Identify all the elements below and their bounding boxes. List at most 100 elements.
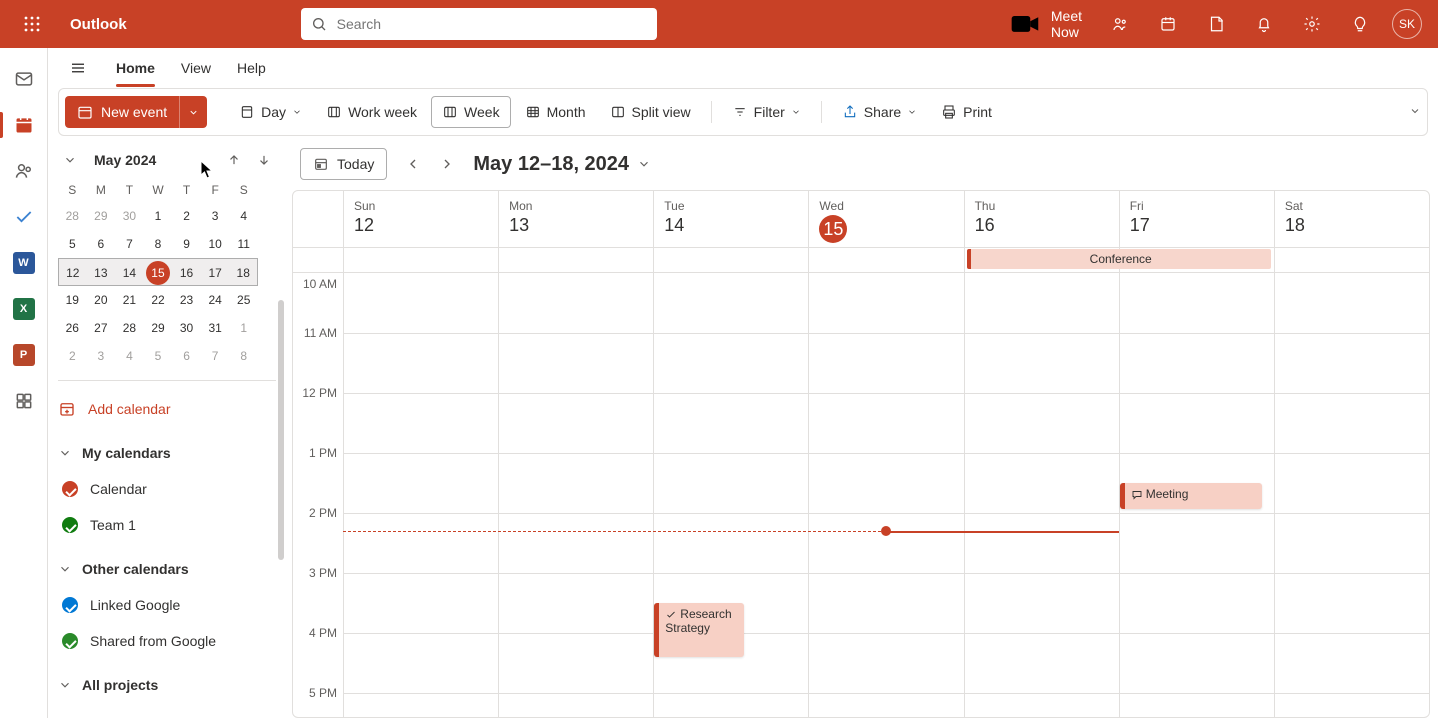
time-slot[interactable] (1119, 393, 1274, 453)
view-month[interactable]: Month (515, 96, 596, 128)
mini-date-cell[interactable]: 13 (87, 258, 116, 286)
rail-todo[interactable] (0, 194, 48, 240)
mini-date-cell[interactable]: 25 (229, 286, 258, 314)
time-slot[interactable] (498, 693, 653, 717)
today-button[interactable]: Today (300, 148, 387, 180)
notes-icon[interactable] (1192, 0, 1240, 48)
mini-date-cell[interactable]: 10 (201, 230, 230, 258)
time-slot[interactable] (343, 333, 498, 393)
mini-date-cell[interactable]: 27 (87, 314, 116, 342)
time-slot[interactable] (1119, 333, 1274, 393)
calendar-item[interactable]: Linked Google (58, 587, 276, 623)
rail-calendar[interactable] (0, 102, 48, 148)
mini-date-cell[interactable]: 9 (172, 230, 201, 258)
mini-next-month[interactable] (252, 148, 276, 172)
time-slot[interactable] (808, 393, 963, 453)
time-slot[interactable] (964, 453, 1119, 513)
mini-prev-month[interactable] (222, 148, 246, 172)
time-slot[interactable] (1274, 333, 1429, 393)
time-slot[interactable] (1119, 273, 1274, 333)
tab-home[interactable]: Home (116, 50, 155, 86)
time-slot[interactable] (343, 573, 498, 633)
mini-date-cell[interactable]: 12 (58, 258, 87, 286)
mini-date-cell[interactable]: 8 (144, 230, 173, 258)
mini-date-cell[interactable]: 28 (58, 202, 87, 230)
date-range-picker[interactable]: May 12–18, 2024 (473, 153, 651, 176)
time-slot[interactable] (964, 573, 1119, 633)
nav-toggle[interactable] (58, 48, 98, 88)
event-research-strategy[interactable]: Research Strategy (654, 603, 744, 657)
time-slot[interactable] (1274, 573, 1429, 633)
mini-date-cell[interactable]: 17 (201, 258, 230, 286)
mini-date-cell[interactable]: 2 (58, 342, 87, 370)
mini-date-cell[interactable]: 3 (201, 202, 230, 230)
tab-view[interactable]: View (181, 50, 211, 86)
time-slot[interactable] (343, 273, 498, 333)
account-avatar[interactable]: SK (1392, 9, 1422, 39)
tab-help[interactable]: Help (237, 50, 266, 86)
rail-apps[interactable] (0, 378, 48, 424)
allday-slot[interactable]: Conference (964, 248, 1119, 272)
time-slot[interactable] (653, 453, 808, 513)
section-other-calendars[interactable]: Other calendars (58, 551, 276, 587)
mini-date-cell[interactable]: 29 (144, 314, 173, 342)
settings-icon[interactable] (1288, 0, 1336, 48)
time-slot[interactable] (964, 333, 1119, 393)
time-slot[interactable] (964, 513, 1119, 573)
rail-word[interactable]: W (0, 240, 48, 286)
time-slot[interactable] (808, 513, 963, 573)
time-slot[interactable] (653, 393, 808, 453)
event-meeting[interactable]: Meeting (1120, 483, 1263, 509)
mini-date-cell[interactable]: 4 (115, 342, 144, 370)
mini-date-cell[interactable]: 15 (144, 258, 173, 286)
time-slot[interactable] (498, 273, 653, 333)
calendar-item[interactable]: Team 1 (58, 507, 276, 543)
search-input[interactable] (335, 15, 647, 33)
time-slot[interactable] (498, 453, 653, 513)
view-day[interactable]: Day (229, 96, 312, 128)
rail-mail[interactable] (0, 56, 48, 102)
time-slot[interactable] (1119, 573, 1274, 633)
day-header[interactable]: Mon13 (498, 191, 653, 247)
allday-slot[interactable] (653, 248, 808, 272)
teams-icon[interactable] (1096, 0, 1144, 48)
calendar-item[interactable]: Shared from Google (58, 623, 276, 659)
view-split[interactable]: Split view (600, 96, 701, 128)
time-slot[interactable] (1119, 633, 1274, 693)
time-slot[interactable] (653, 693, 808, 717)
time-slot[interactable] (964, 693, 1119, 717)
mini-date-cell[interactable]: 22 (144, 286, 173, 314)
mini-date-cell[interactable]: 7 (201, 342, 230, 370)
mini-date-cell[interactable]: 11 (229, 230, 258, 258)
view-workweek[interactable]: Work week (316, 96, 427, 128)
time-slot[interactable] (498, 393, 653, 453)
time-slot[interactable] (1274, 693, 1429, 717)
time-slot[interactable] (1274, 393, 1429, 453)
time-slot[interactable] (498, 333, 653, 393)
bell-icon[interactable] (1240, 0, 1288, 48)
mini-date-cell[interactable]: 26 (58, 314, 87, 342)
time-slot[interactable] (498, 633, 653, 693)
time-slot[interactable] (498, 573, 653, 633)
filter-button[interactable]: Filter (722, 96, 811, 128)
share-button[interactable]: Share (832, 96, 927, 128)
allday-slot[interactable] (343, 248, 498, 272)
time-slot[interactable] (1119, 513, 1274, 573)
view-week[interactable]: Week (431, 96, 511, 128)
mini-date-cell[interactable]: 18 (229, 258, 258, 286)
allday-slot[interactable] (1274, 248, 1429, 272)
day-header[interactable]: Sat18 (1274, 191, 1429, 247)
time-slot[interactable] (1274, 633, 1429, 693)
time-slot[interactable] (808, 453, 963, 513)
mini-date-cell[interactable]: 30 (115, 202, 144, 230)
sidebar-scrollbar[interactable] (278, 300, 284, 560)
next-week[interactable] (435, 152, 459, 176)
mini-date-cell[interactable]: 6 (87, 230, 116, 258)
time-slot[interactable] (343, 393, 498, 453)
mini-date-cell[interactable]: 4 (229, 202, 258, 230)
mini-month-label[interactable]: May 2024 (90, 152, 214, 168)
time-slot[interactable] (653, 513, 808, 573)
mini-date-cell[interactable]: 3 (87, 342, 116, 370)
time-slot[interactable] (808, 273, 963, 333)
meet-now-button[interactable]: Meet Now (995, 8, 1096, 40)
